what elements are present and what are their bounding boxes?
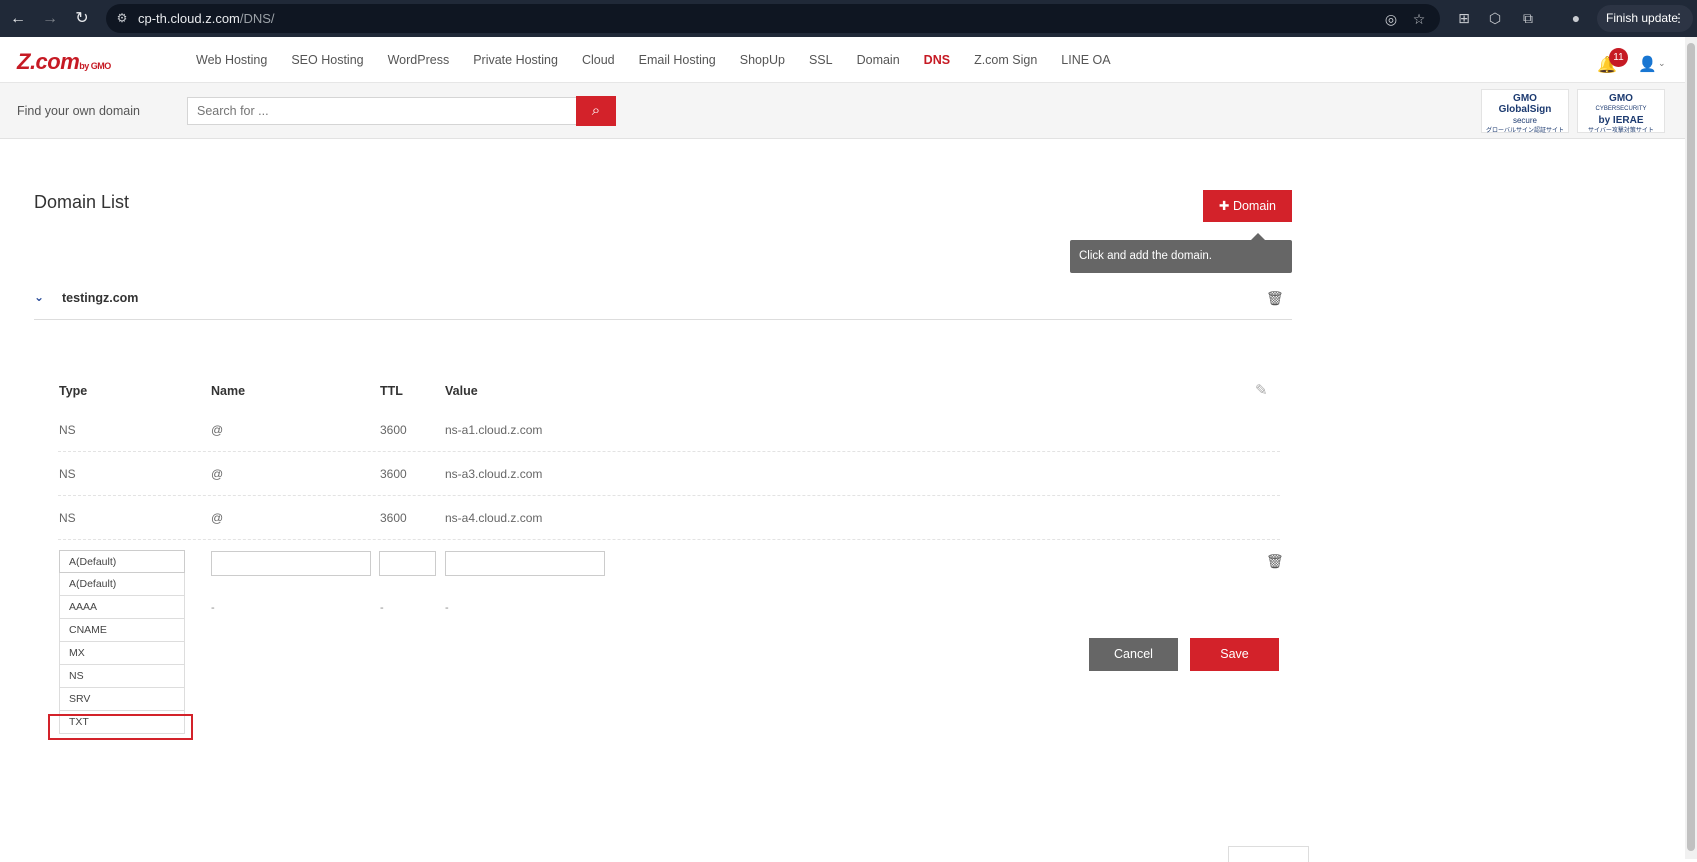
record-name: @ [211, 511, 224, 525]
menu-dots-icon[interactable]: ⋮ [1673, 5, 1685, 32]
record-value: ns-a4.cloud.z.com [445, 511, 543, 525]
menu-item-shopup[interactable]: ShopUp [740, 53, 785, 67]
menu-item-seo-hosting[interactable]: SEO Hosting [291, 53, 363, 67]
page-title: Domain List [34, 192, 130, 212]
ierae-seal[interactable]: GMO CYBERSECURITY by IERAE サイバー攻撃対策サイト [1577, 89, 1665, 134]
cancel-button[interactable]: Cancel [1089, 638, 1178, 671]
column-header-value: Value [445, 384, 478, 398]
menu-item-domain[interactable]: Domain [857, 53, 900, 67]
pencil-icon[interactable]: ✎ [1255, 381, 1268, 399]
translate-icon[interactable]: ⊞ [1454, 8, 1474, 28]
column-header-ttl: TTL [380, 384, 403, 398]
record-type-option-aaaa[interactable]: AAAA [59, 596, 185, 619]
record-type-select[interactable]: A(Default) A(Default) AAAA CNAME MX NS SRV TXT [59, 550, 185, 734]
search-button[interactable]: ⌕ [576, 96, 616, 126]
table-row: NS @3600 ns-a4.cloud.z.com [58, 496, 1280, 540]
address-bar[interactable]: ⚙ cp-th.cloud.z.com/DNS/ ◎ ☆ [106, 4, 1440, 33]
table-row: NS @3600 ns-a3.cloud.z.com [58, 452, 1280, 496]
table-row: NS @3600 ns-a1.cloud.z.com [58, 408, 1280, 452]
record-type: NS [59, 423, 76, 437]
menu-item-web-hosting[interactable]: Web Hosting [196, 53, 267, 67]
browser-toolbar: ← → ↻ ⚙ cp-th.cloud.z.com/DNS/ ◎ ☆ ⊞ ⬡ ⧉… [0, 0, 1697, 37]
domain-search-input[interactable] [187, 97, 577, 125]
scrollbar[interactable] [1685, 37, 1697, 859]
main-menu: Web Hosting SEO Hosting WordPress Private H… [196, 53, 1111, 67]
puzzle-icon[interactable]: ⧉ [1518, 8, 1538, 28]
record-name: @ [211, 467, 224, 481]
record-name: @ [211, 423, 224, 437]
placeholder-dash: - [380, 602, 384, 614]
eye-off-icon[interactable]: ◎ [1382, 10, 1400, 28]
record-value-input[interactable] [445, 551, 605, 576]
column-header-type: Type [59, 384, 88, 398]
placeholder-dash: - [211, 602, 215, 614]
record-type-option-cname[interactable]: CNAME [59, 619, 185, 642]
search-icon: ⌕ [591, 102, 601, 119]
add-domain-button[interactable]: ✚ Domain [1203, 190, 1292, 222]
record-ttl: 3600 [380, 467, 407, 481]
record-value: ns-a3.cloud.z.com [445, 467, 543, 481]
domain-row[interactable]: ⌄ testingz.com 🗑 [34, 290, 1292, 320]
chevron-down-icon[interactable]: ⌄ [1658, 58, 1666, 69]
bookmark-star-icon[interactable]: ☆ [1410, 10, 1428, 28]
profile-avatar[interactable]: ● [1566, 8, 1586, 28]
add-domain-tooltip: Click and add the domain. [1070, 233, 1292, 273]
record-type-option-srv[interactable]: SRV [59, 688, 185, 711]
url-text: cp-th.cloud.z.com/DNS/ [138, 11, 275, 26]
record-ttl-input[interactable] [379, 551, 436, 576]
record-type-selected[interactable]: A(Default) [59, 550, 185, 573]
domain-search-bar: Find your own domain ⌕ GMO GlobalSign se… [0, 83, 1685, 139]
record-type-option-mx[interactable]: MX [59, 642, 185, 665]
partial-button[interactable] [1228, 846, 1309, 862]
menu-item-line-oa[interactable]: LINE OA [1061, 53, 1110, 67]
site-header: Z.comby GMO Web Hosting SEO Hosting WordPr… [0, 37, 1685, 83]
back-icon[interactable]: ← [8, 9, 28, 29]
plus-icon: ✚ [1218, 199, 1233, 213]
trash-icon[interactable]: 🗑 [1266, 553, 1284, 570]
user-icon[interactable]: 👤 [1638, 55, 1657, 73]
menu-item-private-hosting[interactable]: Private Hosting [473, 53, 558, 67]
search-label: Find your own domain [17, 104, 140, 118]
record-type: NS [59, 511, 76, 525]
menu-item-z-com-sign[interactable]: Z.com Sign [974, 53, 1037, 67]
notification-count-badge: 11 [1609, 48, 1628, 67]
scrollbar-thumb[interactable] [1687, 43, 1695, 851]
zcom-logo[interactable]: Z.comby GMO [17, 49, 111, 75]
globalsign-seal[interactable]: GMO GlobalSign secure グローバルサイン認証サイト [1481, 89, 1569, 134]
save-button[interactable]: Save [1190, 638, 1279, 671]
record-type: NS [59, 467, 76, 481]
column-header-name: Name [211, 384, 246, 398]
highlight-box-txt [48, 714, 193, 740]
record-ttl: 3600 [380, 423, 407, 437]
record-ttl: 3600 [380, 511, 407, 525]
menu-item-dns[interactable]: DNS [924, 53, 950, 67]
forward-icon[interactable]: → [40, 9, 60, 29]
record-name-input[interactable] [211, 551, 371, 576]
trash-icon[interactable]: 🗑 [1266, 290, 1284, 307]
record-value: ns-a1.cloud.z.com [445, 423, 543, 437]
menu-item-email-hosting[interactable]: Email Hosting [639, 53, 716, 67]
site-info-icon[interactable]: ⚙ [114, 10, 130, 26]
menu-item-wordpress[interactable]: WordPress [388, 53, 450, 67]
menu-item-cloud[interactable]: Cloud [582, 53, 615, 67]
reload-icon[interactable]: ↻ [72, 9, 92, 29]
finish-update-button[interactable]: Finish update ⋮ [1597, 5, 1693, 32]
placeholder-dash: - [445, 602, 449, 614]
extension-badge-icon[interactable]: ⬡ [1485, 8, 1505, 28]
menu-item-ssl[interactable]: SSL [809, 53, 833, 67]
record-type-option-a-default-[interactable]: A(Default) [59, 573, 185, 596]
chevron-down-icon[interactable]: ⌄ [34, 290, 44, 304]
domain-name: testingz.com [62, 291, 139, 305]
record-type-option-ns[interactable]: NS [59, 665, 185, 688]
